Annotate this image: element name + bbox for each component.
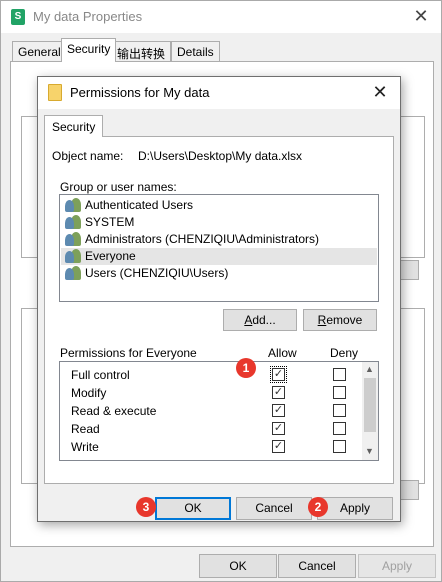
permission-name: Read & execute [71,404,157,418]
tab-details[interactable]: Details [171,41,220,61]
scroll-down-icon[interactable]: ▼ [365,446,374,456]
tab-security[interactable]: Security [61,38,117,62]
tab-general[interactable]: General [12,41,67,61]
user-name: SYSTEM [85,215,135,229]
allow-checkbox-write[interactable]: ✓ [272,440,285,453]
properties-title: My data Properties [33,9,143,24]
permission-row-read: Read ✓ [60,420,360,438]
permissions-titlebar: Permissions for My data ✕ [38,77,400,109]
tab-security[interactable]: Security [44,115,104,137]
deny-checkbox-full-control[interactable] [333,368,346,381]
user-row-everyone[interactable]: Everyone [61,248,377,265]
permissions-list[interactable]: Full control ✓ Modify ✓ Read & execute ✓… [59,361,379,461]
permissions-title: Permissions for My data [70,85,210,100]
tab-output-conversion[interactable]: 输出转换 [111,41,172,61]
folder-icon [48,84,62,101]
excel-icon: S [11,9,25,25]
permissions-dialog: Permissions for My data ✕ Security Objec… [37,76,401,522]
permission-name: Read [71,422,100,436]
deny-checkbox-read[interactable] [333,422,346,435]
user-row-system[interactable]: SYSTEM [61,214,377,231]
permission-name: Write [71,440,99,454]
properties-titlebar: S My data Properties ✕ [1,1,441,33]
user-name: Everyone [85,249,136,263]
object-name-label: Object name: [52,149,124,163]
allow-checkbox-full-control[interactable]: ✓ [270,366,287,383]
user-name: Users (CHENZIQIU\Users) [85,266,229,280]
permissions-close-icon[interactable]: ✕ [368,81,392,105]
permission-name: Full control [71,368,130,382]
permission-row-read-execute: Read & execute ✓ [60,402,360,420]
properties-apply-button[interactable]: Apply [358,554,436,578]
deny-checkbox-read-execute[interactable] [333,404,346,417]
permission-row-full-control: Full control ✓ [60,366,360,384]
user-name: Authenticated Users [85,198,194,212]
permission-name: Modify [71,386,107,400]
apply-button[interactable]: Apply [317,497,393,520]
users-icon [65,266,81,280]
users-icon [65,232,81,246]
user-name: Administrators (CHENZIQIU\Administrators… [85,232,320,246]
allow-checkbox-modify[interactable]: ✓ [272,386,285,399]
ok-button[interactable]: OK [155,497,231,520]
cancel-button[interactable]: Cancel [236,497,312,520]
scroll-up-icon[interactable]: ▲ [365,364,374,374]
permission-row-write: Write ✓ [60,438,360,456]
user-row-administrators[interactable]: Administrators (CHENZIQIU\Administrators… [61,231,377,248]
step-marker-1: 1 [236,358,256,378]
properties-close-icon[interactable]: ✕ [409,5,433,29]
step-marker-2: 2 [308,497,328,517]
users-icon [65,198,81,212]
group-names-label: Group or user names: [60,180,177,194]
remove-button[interactable]: Remove [303,309,377,331]
properties-cancel-button[interactable]: Cancel [278,554,356,578]
permission-row-modify: Modify ✓ [60,384,360,402]
object-name-value: D:\Users\Desktop\My data.xlsx [138,149,303,163]
permissions-scrollbar[interactable]: ▲ ▼ [362,362,378,460]
properties-ok-button[interactable]: OK [199,554,277,578]
users-icon [65,215,81,229]
user-row-users[interactable]: Users (CHENZIQIU\Users) [61,265,377,282]
scroll-thumb[interactable] [364,378,376,432]
allow-checkbox-read[interactable]: ✓ [272,422,285,435]
add-button[interactable]: Add... [223,309,297,331]
deny-checkbox-write[interactable] [333,440,346,453]
allow-column-header: Allow [268,346,297,360]
permissions-for-label: Permissions for Everyone [60,346,197,360]
step-marker-3: 3 [136,497,156,517]
allow-checkbox-read-execute[interactable]: ✓ [272,404,285,417]
user-row-authenticated-users[interactable]: Authenticated Users [61,197,377,214]
deny-column-header: Deny [330,346,359,360]
deny-checkbox-modify[interactable] [333,386,346,399]
group-user-list[interactable]: Authenticated Users SYSTEM Administrator… [59,194,379,302]
users-icon [65,249,81,263]
